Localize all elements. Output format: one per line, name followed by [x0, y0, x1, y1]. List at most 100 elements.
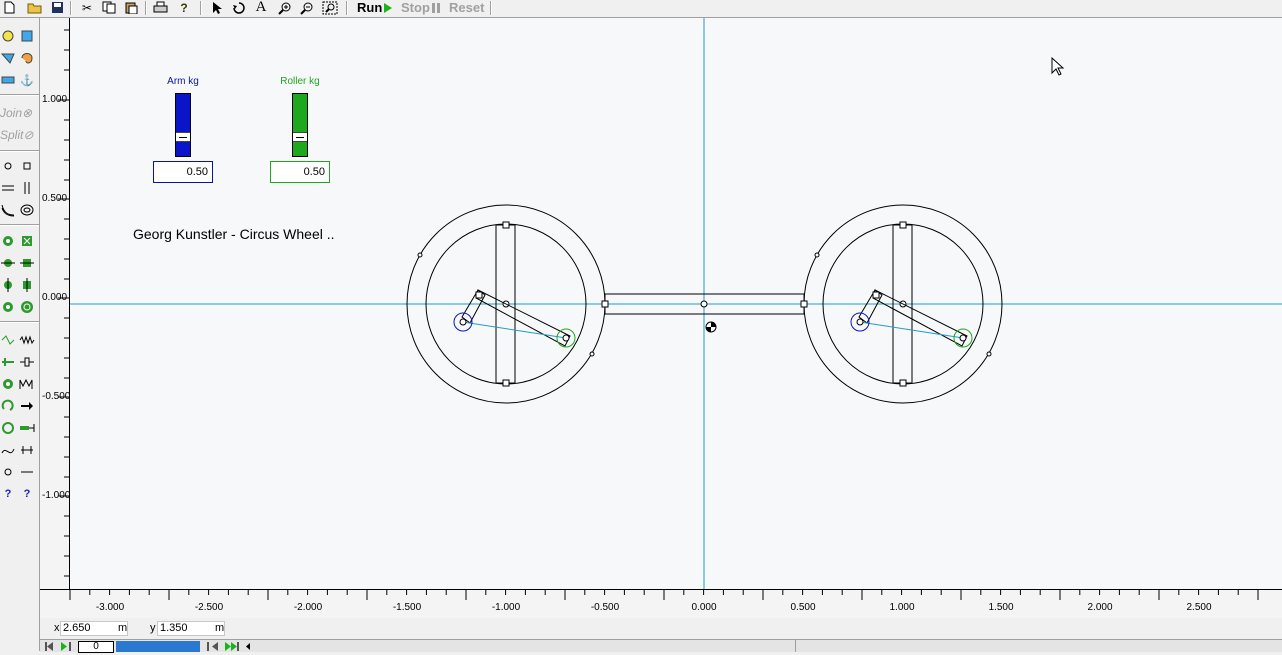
curve-icon[interactable]	[0, 442, 16, 458]
zoom-out-icon[interactable]	[298, 0, 316, 15]
torque-icon[interactable]	[0, 420, 16, 436]
actuator-icon[interactable]	[19, 420, 35, 436]
rewind-icon[interactable]	[44, 641, 54, 655]
y-tick-label: 0.000	[42, 292, 68, 303]
run-label: Run	[357, 0, 383, 15]
x-tick-label: 0.500	[790, 602, 816, 613]
curved-body-tool-icon[interactable]	[19, 50, 35, 66]
x-tick-label: -1.500	[392, 602, 422, 613]
spring-icon[interactable]	[19, 332, 35, 348]
circle-tool-icon[interactable]	[0, 28, 16, 44]
print-icon[interactable]	[151, 0, 169, 15]
roller-kg-label: Roller kg	[280, 76, 320, 87]
y-coord-label: y	[150, 622, 156, 634]
square-tool-icon[interactable]	[19, 28, 35, 44]
pin-joint-icon[interactable]	[0, 233, 16, 249]
rotary-spring-icon[interactable]	[19, 376, 35, 392]
cut-scissors-icon[interactable]: ✂	[78, 0, 96, 15]
arm-kg-slider[interactable]	[175, 93, 191, 157]
motor-joint-icon[interactable]	[0, 299, 16, 315]
center-of-mass-icon	[705, 321, 717, 333]
x-tick-label: 2.500	[1186, 602, 1212, 613]
x-tick-label: -2.500	[194, 602, 224, 613]
damper-icon[interactable]	[19, 354, 35, 370]
arm-kg-slider-fill	[176, 94, 190, 156]
pause-bars-icon	[431, 2, 440, 13]
closed-slot-icon[interactable]	[19, 202, 35, 218]
separator-icon[interactable]	[19, 442, 35, 458]
workspace-canvas[interactable]: Arm kg 0.50 Roller kg 0.50 Georg Kunstle…	[70, 18, 1282, 589]
anchor-icon[interactable]: ⚓	[19, 72, 35, 88]
scroll-left-icon[interactable]	[244, 641, 252, 655]
rope-icon[interactable]	[0, 332, 16, 348]
point-element-icon[interactable]	[0, 464, 16, 480]
reset-label: Reset	[449, 0, 485, 15]
split-button[interactable]: Split⊘	[0, 128, 33, 142]
line-element-icon[interactable]	[19, 464, 35, 480]
actuator-joint-icon[interactable]	[19, 299, 35, 315]
arm-kg-input[interactable]: 0.50	[153, 161, 213, 183]
copy-icon[interactable]	[100, 0, 118, 15]
mouse-cursor-icon	[1051, 56, 1065, 80]
rigid-joint-icon[interactable]	[19, 233, 35, 249]
new-file-icon[interactable]	[0, 0, 18, 15]
help-pointer-icon[interactable]: ?	[175, 0, 193, 15]
playback-progress[interactable]	[116, 641, 200, 652]
help-meter-icon[interactable]: ?	[0, 486, 16, 502]
zoom-in-icon[interactable]	[276, 0, 294, 15]
keyed-slot-icon[interactable]	[19, 255, 35, 271]
x-coord-field: 2.650 m	[60, 621, 128, 636]
reset-button[interactable]: Reset	[449, 0, 484, 15]
y-coord-unit: m	[215, 622, 225, 634]
curved-slot-icon[interactable]	[0, 202, 16, 218]
plate-tool-icon[interactable]	[0, 72, 16, 88]
save-disk-icon[interactable]	[48, 0, 66, 15]
open-folder-icon[interactable]	[26, 0, 44, 15]
x-tick-label: -3.000	[95, 602, 125, 613]
x-tick-label: -2.000	[293, 602, 323, 613]
fast-forward-icon[interactable]	[224, 641, 240, 655]
horizontal-slot-icon[interactable]	[0, 180, 16, 196]
zoom-fit-icon[interactable]	[321, 0, 339, 15]
paste-clipboard-icon[interactable]	[122, 0, 140, 15]
stop-label: Stop	[401, 0, 430, 15]
point-tool-icon[interactable]	[0, 158, 16, 174]
arm-kg-slider-thumb[interactable]	[176, 132, 190, 142]
x-tick-label: -0.500	[590, 602, 620, 613]
rotate-icon[interactable]	[230, 0, 248, 15]
x-coord-label: x	[54, 622, 60, 634]
roller-kg-slider-thumb[interactable]	[293, 132, 307, 142]
join-label: Join	[0, 106, 23, 120]
square-point-tool-icon[interactable]	[19, 158, 35, 174]
mechanism-drawing	[70, 18, 1282, 589]
roller-kg-slider-fill	[293, 94, 307, 156]
play-forward-icon[interactable]	[60, 641, 74, 655]
select-arrow-icon[interactable]	[208, 0, 226, 15]
keyed-curved-slot-icon[interactable]	[19, 277, 35, 293]
run-button[interactable]: Run	[357, 0, 393, 15]
curved-slot-joint-icon[interactable]	[0, 277, 16, 293]
polygon-tool-icon[interactable]	[0, 50, 16, 66]
x-tick-label: 0.000	[691, 602, 717, 613]
slot-joint-icon[interactable]	[0, 255, 16, 271]
stop-button[interactable]: Stop	[401, 0, 440, 15]
query-meter-icon[interactable]: ?	[19, 486, 35, 502]
roller-kg-input[interactable]: 0.50	[270, 161, 330, 183]
gear-icon[interactable]	[0, 376, 16, 392]
x-tick-label: 1.500	[988, 602, 1014, 613]
rod-icon[interactable]	[0, 354, 16, 370]
main-toolbar: ✂ ? A Run Stop Reset	[0, 0, 1282, 18]
scroll-divider	[795, 640, 796, 652]
y-tick-label: -1.000	[42, 490, 71, 501]
join-button[interactable]: Join⊗	[0, 106, 32, 120]
motor-icon[interactable]	[0, 398, 16, 414]
y-tick-label: 1.000	[42, 94, 68, 105]
vertical-slot-icon[interactable]	[19, 180, 35, 196]
text-tool-icon[interactable]: A	[252, 0, 270, 15]
force-arrow-icon[interactable]	[19, 398, 35, 414]
x-coord-unit: m	[118, 622, 128, 634]
step-back-icon[interactable]	[206, 641, 220, 655]
roller-kg-slider[interactable]	[292, 93, 308, 157]
frame-counter[interactable]: 0	[78, 641, 114, 653]
split-label: Split	[0, 128, 24, 142]
